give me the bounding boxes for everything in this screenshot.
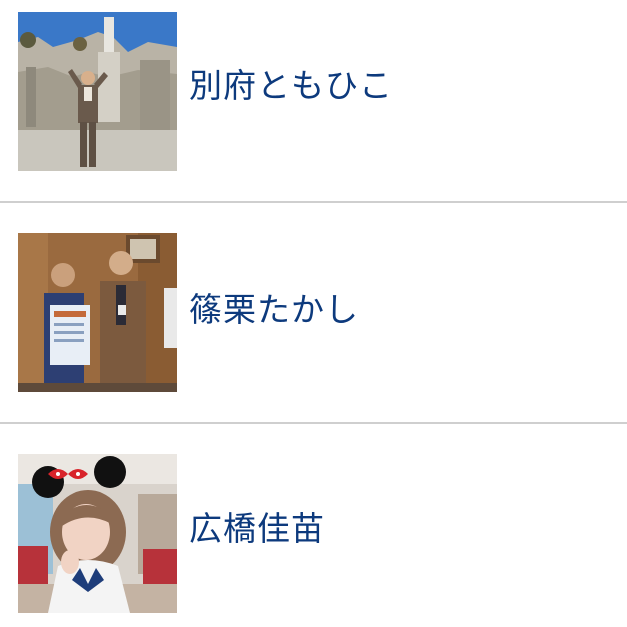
photo-woman-mouse-ears: [18, 454, 177, 613]
member-photo-2[interactable]: [18, 233, 177, 392]
list-item-member-1[interactable]: 別府ともひこ: [0, 0, 627, 200]
member-list: 別府ともひこ 篠栗たかし 広橋佳苗: [0, 0, 627, 627]
list-item-member-2[interactable]: 篠栗たかし: [0, 203, 627, 403]
list-item-member-3[interactable]: 広橋佳苗: [0, 425, 627, 625]
member-name[interactable]: 広橋佳苗: [189, 509, 325, 549]
member-photo-3[interactable]: [18, 454, 177, 613]
member-name[interactable]: 篠栗たかし: [189, 290, 359, 330]
divider: [0, 422, 627, 424]
photo-cliff-man: [18, 12, 177, 171]
member-name[interactable]: 別府ともひこ: [189, 66, 393, 106]
photo-two-men-certificate: [18, 233, 177, 392]
member-photo-1[interactable]: [18, 12, 177, 171]
